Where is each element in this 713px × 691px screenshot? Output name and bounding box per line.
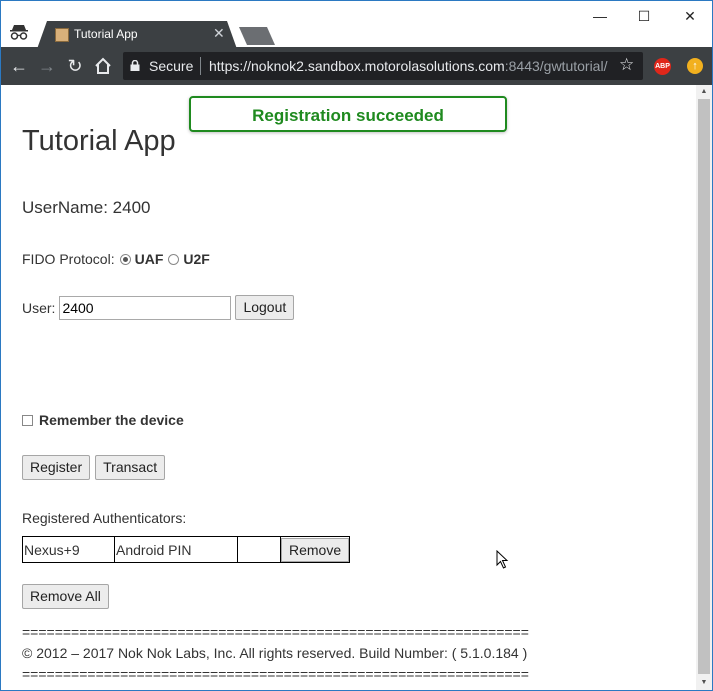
auth-device-cell: Nexus+9 <box>22 536 115 563</box>
update-extension-icon[interactable]: ↑ <box>687 58 703 74</box>
url-rest: :8443/gwtutorial/ <box>504 58 608 74</box>
secure-label: Secure <box>149 58 194 74</box>
user-input[interactable] <box>59 295 232 320</box>
forward-icon[interactable]: → <box>37 56 57 76</box>
auth-action-cell: Remove <box>280 536 350 563</box>
user-label: User: <box>22 299 56 316</box>
vertical-scrollbar[interactable]: ▲ ▼ <box>696 85 712 690</box>
transact-button[interactable]: Transact <box>95 455 166 480</box>
footer: ========================================… <box>22 622 529 685</box>
user-row: User: Logout <box>22 295 295 320</box>
browser-toolbar: ← → ↻ Secure https://noknok2.sandbox.mot… <box>1 47 712 85</box>
back-icon[interactable]: ← <box>9 56 29 76</box>
registered-authenticators-label: Registered Authenticators: <box>22 510 187 526</box>
tab-close-icon[interactable]: ✕ <box>213 26 225 40</box>
remove-all-button[interactable]: Remove All <box>22 584 109 609</box>
tab-title: Tutorial App <box>74 27 138 41</box>
home-icon[interactable] <box>93 56 113 76</box>
remove-authenticator-button[interactable]: Remove <box>281 537 349 562</box>
mouse-cursor-icon <box>496 550 509 569</box>
remember-device-label: Remember the device <box>39 412 184 428</box>
radio-u2f-label: U2F <box>183 251 210 267</box>
radio-uaf[interactable] <box>119 253 131 265</box>
table-row: Nexus+9 Android PIN Remove <box>22 536 350 563</box>
url-main: https://noknok2.sandbox.motorolasolution… <box>209 58 505 74</box>
bookmark-star-icon[interactable]: ☆ <box>619 55 634 75</box>
fido-protocol-group: FIDO Protocol: UAF U2F <box>22 251 210 267</box>
adblock-extension-icon[interactable]: ABP <box>654 58 671 75</box>
tab-tutorial-app[interactable]: Tutorial App ✕ <box>37 21 237 49</box>
auth-extra-cell <box>237 536 281 563</box>
radio-u2f[interactable] <box>168 253 180 265</box>
tab-favicon-icon <box>55 28 69 42</box>
footer-rule-top: ========================================… <box>22 624 529 640</box>
browser-window: Tutorial App ✕ — ☐ ✕ ← → ↻ Secure https:… <box>0 0 713 691</box>
fido-protocol-label: FIDO Protocol: <box>22 251 115 267</box>
success-toast: Registration succeeded <box>189 96 507 132</box>
reload-icon[interactable]: ↻ <box>65 56 85 76</box>
username-display: UserName: 2400 <box>22 198 151 217</box>
logout-button[interactable]: Logout <box>235 295 295 320</box>
incognito-icon <box>10 25 28 40</box>
register-button[interactable]: Register <box>22 455 91 480</box>
title-bar: Tutorial App ✕ — ☐ ✕ <box>1 1 712 49</box>
action-buttons: Register Transact <box>22 455 166 480</box>
remember-device-row: Remember the device <box>22 412 184 428</box>
omnibox-separator <box>200 57 201 75</box>
page-viewport: Registration succeeded Tutorial App User… <box>1 85 696 690</box>
radio-uaf-label: UAF <box>134 251 164 267</box>
auth-type-cell: Android PIN <box>114 536 238 563</box>
footer-copyright: © 2012 – 2017 Nok Nok Labs, Inc. All rig… <box>22 645 528 661</box>
new-tab-button[interactable] <box>239 27 275 45</box>
lock-icon <box>130 60 140 71</box>
scroll-up-icon[interactable]: ▲ <box>696 85 712 99</box>
window-close-icon[interactable]: ✕ <box>667 7 712 27</box>
scroll-down-icon[interactable]: ▼ <box>696 676 712 690</box>
page-title: Tutorial App <box>22 125 176 157</box>
scrollbar-thumb[interactable] <box>698 99 710 674</box>
authenticators-table: Nexus+9 Android PIN Remove <box>22 536 350 563</box>
remember-device-checkbox[interactable] <box>22 414 33 426</box>
url-text[interactable]: https://noknok2.sandbox.motorolasolution… <box>209 58 607 74</box>
address-bar[interactable]: Secure https://noknok2.sandbox.motorolas… <box>123 52 643 80</box>
maximize-icon[interactable]: ☐ <box>621 7 667 27</box>
footer-rule-bottom: ========================================… <box>22 666 529 682</box>
minimize-icon[interactable]: — <box>577 7 623 27</box>
